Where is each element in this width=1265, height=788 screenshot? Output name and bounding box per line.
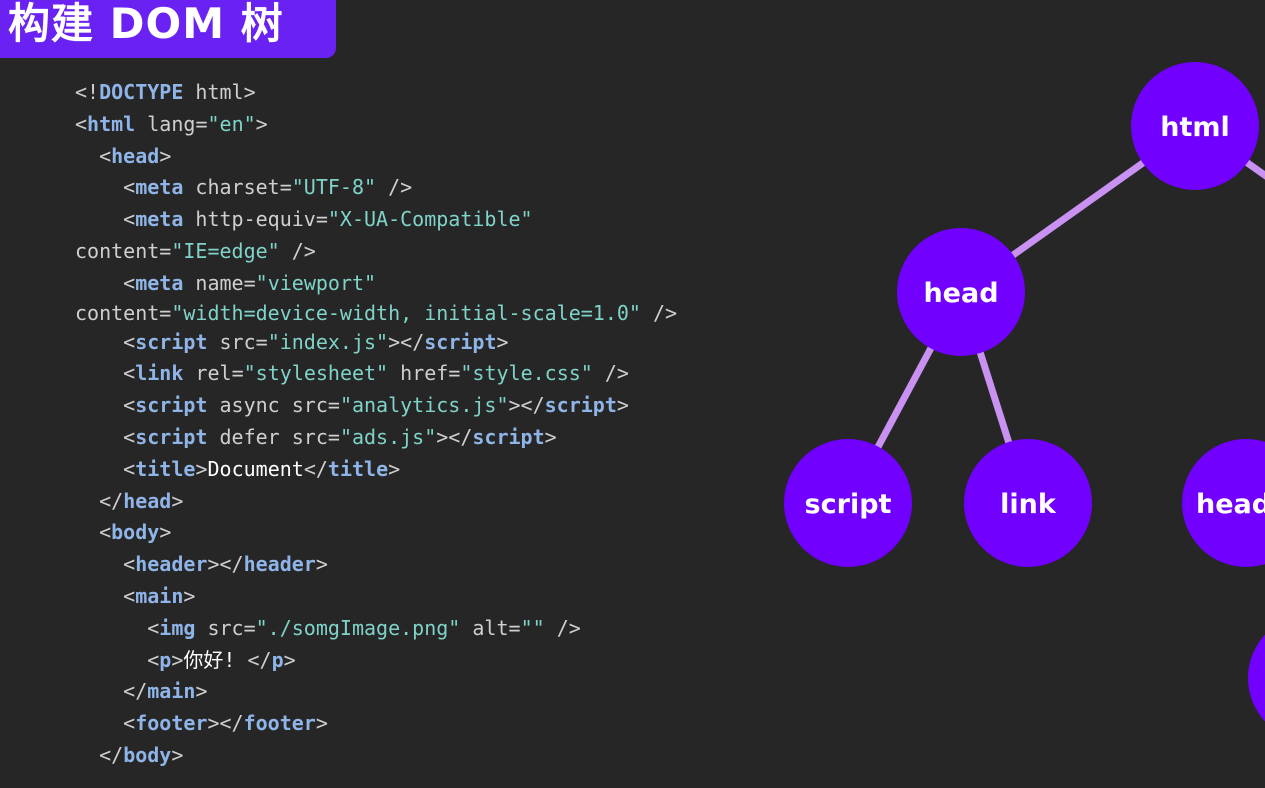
tree-node-script: script bbox=[784, 439, 912, 567]
tree-node-head: head bbox=[897, 228, 1025, 356]
tree-node-circle bbox=[1248, 634, 1265, 722]
tree-node-html: html bbox=[1131, 62, 1259, 190]
tree-node-label: html bbox=[1160, 112, 1230, 143]
tree-node-clipped bbox=[1248, 634, 1265, 722]
tree-node-header: head bbox=[1182, 439, 1265, 567]
tree-node-link: link bbox=[964, 439, 1092, 567]
tree-node-label: link bbox=[1000, 489, 1057, 520]
tree-node-label: head bbox=[923, 278, 998, 309]
tree-node-label: head bbox=[1196, 489, 1265, 520]
tree-node-label: script bbox=[805, 489, 892, 520]
dom-tree-diagram: html head script link head bbox=[784, 62, 1265, 722]
